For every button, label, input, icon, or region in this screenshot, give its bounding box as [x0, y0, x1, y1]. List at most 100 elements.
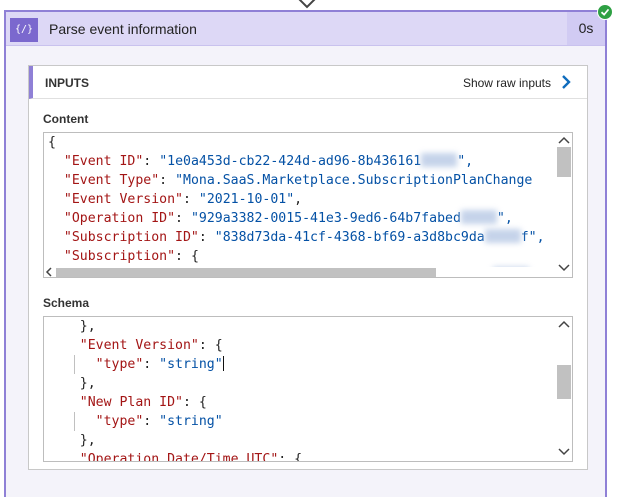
scrollbar-thumb[interactable] — [557, 147, 571, 177]
code-tail: f", — [520, 230, 545, 245]
code-line: "Event ID": "1e0a453d-cb22-424d-ad96-8b4… — [48, 152, 473, 171]
code-line: }, — [48, 431, 96, 450]
code-line: "Subscription": { — [48, 247, 199, 266]
code-key: "Event Version" — [63, 192, 183, 207]
braces-icon: {/} — [10, 18, 38, 42]
action-card-header[interactable]: {/} Parse event information 0s — [6, 12, 605, 46]
inputs-title: INPUTS — [45, 76, 90, 90]
code-sep: : — [143, 154, 160, 169]
schema-editor[interactable]: }, "Event Version": { "type": "string" }… — [43, 316, 573, 462]
code-tail: ", — [496, 211, 513, 226]
code-tail: ", — [457, 154, 474, 169]
code-tail: { — [294, 452, 303, 461]
code-key: "Event Version" — [79, 338, 199, 353]
action-title: Parse event information — [49, 21, 197, 37]
code-key: "type" — [95, 414, 144, 429]
code-line: "Subscription ID": "838d73da-41cf-4368-b… — [48, 228, 545, 247]
content-code-area[interactable]: { "Event ID": "1e0a453d-cb22-424d-ad96-8… — [44, 133, 556, 277]
content-vertical-scrollbar[interactable] — [556, 133, 572, 277]
code-line: }, — [48, 374, 96, 393]
inputs-panel: INPUTS Show raw inputs Content { "Event … — [28, 65, 588, 470]
code-sep: : — [182, 395, 199, 410]
scroll-down-icon[interactable] — [556, 261, 572, 275]
schema-label: Schema — [43, 296, 90, 310]
code-sep: : — [198, 230, 215, 245]
content-label: Content — [43, 112, 89, 126]
code-line: "Operation ID": "929a3382-0015-41e3-9ed6… — [48, 209, 513, 228]
code-value: "1e0a453d-cb22-424d-ad96-8b436161 — [159, 154, 422, 169]
code-value: "838d73da-41cf-4368-bf69-a3d8bc9da — [214, 230, 485, 245]
schema-code-area[interactable]: }, "Event Version": { "type": "string" }… — [44, 317, 556, 461]
inputs-header: INPUTS Show raw inputs — [29, 66, 587, 99]
scroll-up-icon[interactable] — [556, 317, 572, 331]
code-value: "string" — [159, 414, 223, 429]
scroll-down-icon[interactable] — [556, 445, 572, 459]
code-line: { — [48, 133, 56, 152]
redacted-blur — [484, 229, 521, 243]
redacted-blur — [460, 210, 497, 224]
code-value: "2021-10-01" — [198, 192, 295, 207]
scrollbar-thumb[interactable] — [557, 365, 571, 399]
code-key: "Subscription" — [63, 249, 176, 264]
code-line: "Event Version": { — [48, 336, 223, 355]
code-sep: : — [175, 211, 191, 226]
code-tail: }, — [79, 319, 96, 334]
connector-arrow-icon — [298, 0, 316, 9]
code-tail: }, — [79, 433, 96, 448]
code-sep: : — [182, 192, 199, 207]
code-value: "string" — [159, 357, 223, 372]
code-key: "New Plan ID" — [79, 395, 183, 410]
code-line: "type": "string" — [48, 355, 225, 374]
code-tail: { — [190, 249, 199, 264]
code-key: "Operation ID" — [63, 211, 176, 226]
content-horizontal-scrollbar[interactable] — [44, 267, 556, 277]
code-line: "Event Type": "Mona.SaaS.Marketplace.Sub… — [48, 171, 532, 190]
chevron-right-icon[interactable] — [559, 74, 573, 90]
code-key: "Event ID" — [63, 154, 144, 169]
code-sep: : — [143, 357, 160, 372]
code-value: "Mona.SaaS.Marketplace.SubscriptionPlanC… — [175, 173, 533, 188]
text-caret — [222, 356, 225, 371]
code-sep: : — [278, 452, 295, 461]
code-value: "929a3382-0015-41e3-9ed6-64b7fabed — [190, 211, 461, 226]
code-sep: : — [198, 338, 215, 353]
code-sep: : — [175, 249, 191, 264]
code-key: "Operation Date/Time UTC" — [79, 452, 279, 461]
scroll-up-icon[interactable] — [556, 133, 572, 147]
code-line: "type": "string" — [48, 412, 223, 431]
action-card: {/} Parse event information 0s INPUTS Sh… — [4, 10, 607, 497]
code-key: "Event Type" — [63, 173, 160, 188]
show-raw-inputs-link[interactable]: Show raw inputs — [463, 76, 551, 90]
code-tail: , — [294, 192, 303, 207]
code-line: "Event Version": "2021-10-01", — [48, 190, 302, 209]
code-key: "type" — [95, 357, 144, 372]
code-tail: { — [214, 338, 223, 353]
scroll-left-icon[interactable] — [44, 267, 54, 277]
code-sep: : — [159, 173, 176, 188]
code-sep: : — [143, 414, 160, 429]
code-line: "Operation Date/Time UTC": { — [48, 450, 302, 461]
code-key: "Subscription ID" — [63, 230, 199, 245]
content-editor[interactable]: { "Event ID": "1e0a453d-cb22-424d-ad96-8… — [43, 132, 573, 278]
code-tail: }, — [79, 376, 96, 391]
redacted-blur — [421, 153, 458, 167]
code-tail: { — [198, 395, 207, 410]
code-tail: { — [48, 135, 56, 150]
scrollbar-thumb[interactable] — [56, 268, 436, 277]
success-check-icon — [597, 4, 613, 20]
schema-vertical-scrollbar[interactable] — [556, 317, 572, 461]
